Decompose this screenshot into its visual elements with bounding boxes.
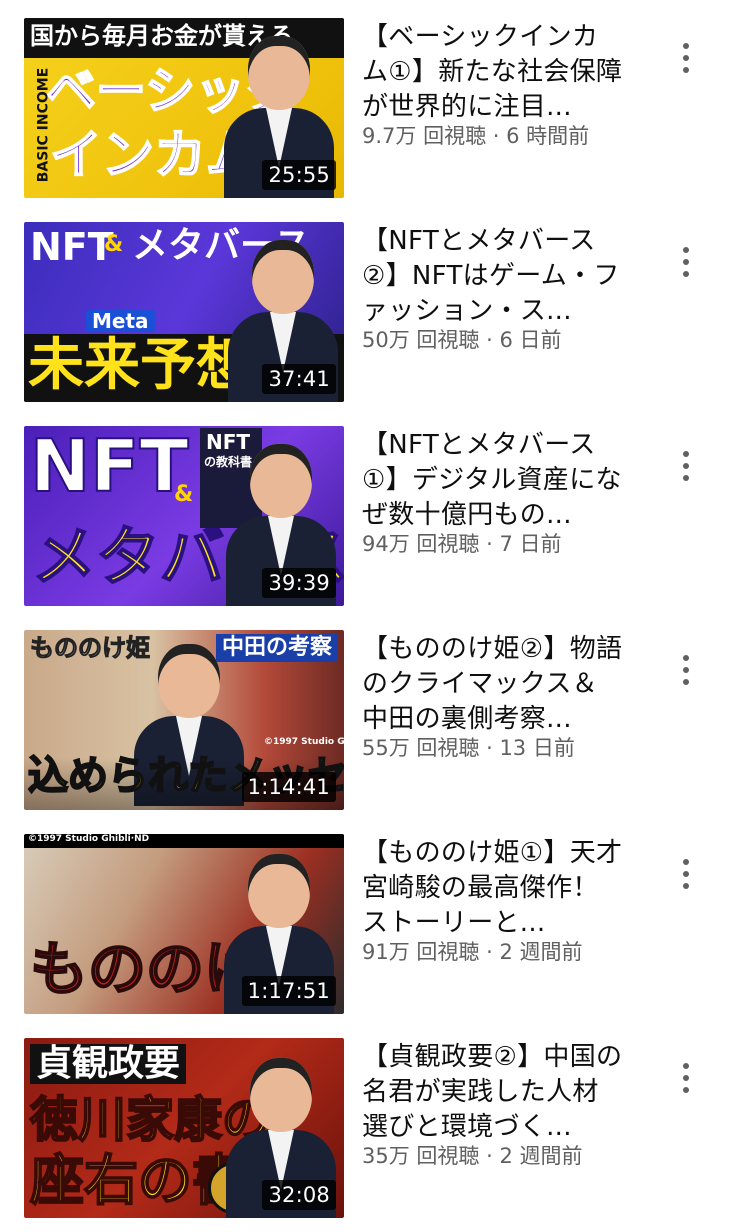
view-count: 50万 回視聴 bbox=[362, 328, 480, 352]
video-title[interactable]: 【もののけ姫①】天才宮崎駿の最高傑作！ストーリーと... bbox=[362, 836, 624, 941]
video-meta: 35万 回視聴 · 2 週間前 bbox=[362, 1140, 642, 1170]
duration-badge: 37:41 bbox=[262, 364, 336, 394]
more-vert-icon[interactable] bbox=[666, 242, 706, 282]
video-title[interactable]: 【貞観政要②】中国の名君が実践した人材選びと環境づく... bbox=[362, 1040, 624, 1145]
meta-separator: · bbox=[479, 1144, 500, 1168]
meta-separator: · bbox=[479, 736, 500, 760]
video-item[interactable]: NFT & メタバース Meta 未来予想 37:41 【NFTとメタバース②】… bbox=[0, 222, 750, 402]
thumb-text: 未来予想 bbox=[28, 333, 252, 398]
upload-age: 13 日前 bbox=[499, 736, 575, 760]
view-count: 55万 回視聴 bbox=[362, 736, 480, 760]
video-title[interactable]: 【NFTとメタバース②】NFTはゲーム・ファッション・ス... bbox=[362, 224, 624, 329]
upload-age: 7 日前 bbox=[499, 532, 562, 556]
thumb-text: ©1997 Studio Ghibli·ND bbox=[264, 737, 344, 747]
duration-badge: 32:08 bbox=[262, 1180, 336, 1210]
thumb-text: 貞観政要 bbox=[30, 1044, 187, 1084]
meta-separator: · bbox=[479, 940, 500, 964]
thumb-text: もののけ姫 bbox=[30, 634, 151, 662]
thumb-text: & bbox=[174, 482, 194, 507]
more-vert-icon[interactable] bbox=[666, 446, 706, 486]
video-item[interactable]: もののけ姫 中田の考察 ©1997 Studio Ghibli·ND 込められた… bbox=[0, 630, 750, 810]
more-vert-icon[interactable] bbox=[666, 650, 706, 690]
thumb-text: & bbox=[104, 232, 124, 257]
video-meta: 9.7万 回視聴 · 6 時間前 bbox=[362, 120, 642, 150]
upload-age: 2 週間前 bbox=[499, 940, 583, 964]
thumb-text: Meta bbox=[86, 310, 155, 332]
video-thumbnail[interactable]: NFT & メタバース NFT の教科書 39:39 bbox=[24, 426, 344, 606]
more-vert-icon[interactable] bbox=[666, 854, 706, 894]
view-count: 94万 回視聴 bbox=[362, 532, 480, 556]
view-count: 91万 回視聴 bbox=[362, 940, 480, 964]
video-item[interactable]: 国から毎月お金が貰える ベーシック インカム BASIC INCOME 25:5… bbox=[0, 18, 750, 198]
video-thumbnail[interactable]: NFT & メタバース Meta 未来予想 37:41 bbox=[24, 222, 344, 402]
thumb-text: NFT bbox=[29, 426, 190, 508]
video-thumbnail[interactable]: もののけ姫 中田の考察 ©1997 Studio Ghibli·ND 込められた… bbox=[24, 630, 344, 810]
meta-separator: · bbox=[486, 124, 507, 148]
meta-separator: · bbox=[479, 532, 500, 556]
upload-age: 2 週間前 bbox=[499, 1144, 583, 1168]
duration-badge: 1:14:41 bbox=[241, 772, 336, 802]
view-count: 35万 回視聴 bbox=[362, 1144, 480, 1168]
video-title[interactable]: 【ベーシックインカム①】新たな社会保障が世界的に注目... bbox=[362, 20, 624, 125]
video-item[interactable]: NFT & メタバース NFT の教科書 39:39 【NFTとメタバース①】デ… bbox=[0, 426, 750, 606]
video-thumbnail[interactable]: 国から毎月お金が貰える ベーシック インカム BASIC INCOME 25:5… bbox=[24, 18, 344, 198]
upload-age: 6 時間前 bbox=[506, 124, 590, 148]
duration-badge: 1:17:51 bbox=[241, 976, 336, 1006]
video-thumbnail[interactable]: 貞観政要 徳川家康の 座右の書 32:08 bbox=[24, 1038, 344, 1218]
video-title[interactable]: 【もののけ姫②】物語のクライマックス＆中田の裏側考察... bbox=[362, 632, 624, 737]
thumb-text: ©1997 Studio Ghibli·ND bbox=[28, 834, 150, 844]
video-meta: 91万 回視聴 · 2 週間前 bbox=[362, 936, 642, 966]
thumb-text: BASIC INCOME bbox=[35, 67, 52, 183]
view-count: 9.7万 回視聴 bbox=[362, 124, 487, 148]
video-thumbnail[interactable]: ©1997 Studio Ghibli·ND もののけ姫 1:17:51 bbox=[24, 834, 344, 1014]
video-meta: 55万 回視聴 · 13 日前 bbox=[362, 732, 642, 762]
video-meta: 50万 回視聴 · 6 日前 bbox=[362, 324, 642, 354]
upload-age: 6 日前 bbox=[499, 328, 562, 352]
meta-separator: · bbox=[479, 328, 500, 352]
video-item[interactable]: ©1997 Studio Ghibli·ND もののけ姫 1:17:51 【もの… bbox=[0, 834, 750, 1014]
duration-badge: 39:39 bbox=[262, 568, 336, 598]
video-list: 国から毎月お金が貰える ベーシック インカム BASIC INCOME 25:5… bbox=[0, 0, 750, 1232]
more-vert-icon[interactable] bbox=[666, 1058, 706, 1098]
video-title[interactable]: 【NFTとメタバース①】デジタル資産になぜ数十億円もの... bbox=[362, 428, 624, 533]
thumb-text: NFT bbox=[30, 225, 114, 269]
video-item[interactable]: 貞観政要 徳川家康の 座右の書 32:08 【貞観政要②】中国の名君が実践した人… bbox=[0, 1038, 750, 1218]
more-vert-icon[interactable] bbox=[666, 38, 706, 78]
duration-badge: 25:55 bbox=[262, 160, 336, 190]
video-meta: 94万 回視聴 · 7 日前 bbox=[362, 528, 642, 558]
